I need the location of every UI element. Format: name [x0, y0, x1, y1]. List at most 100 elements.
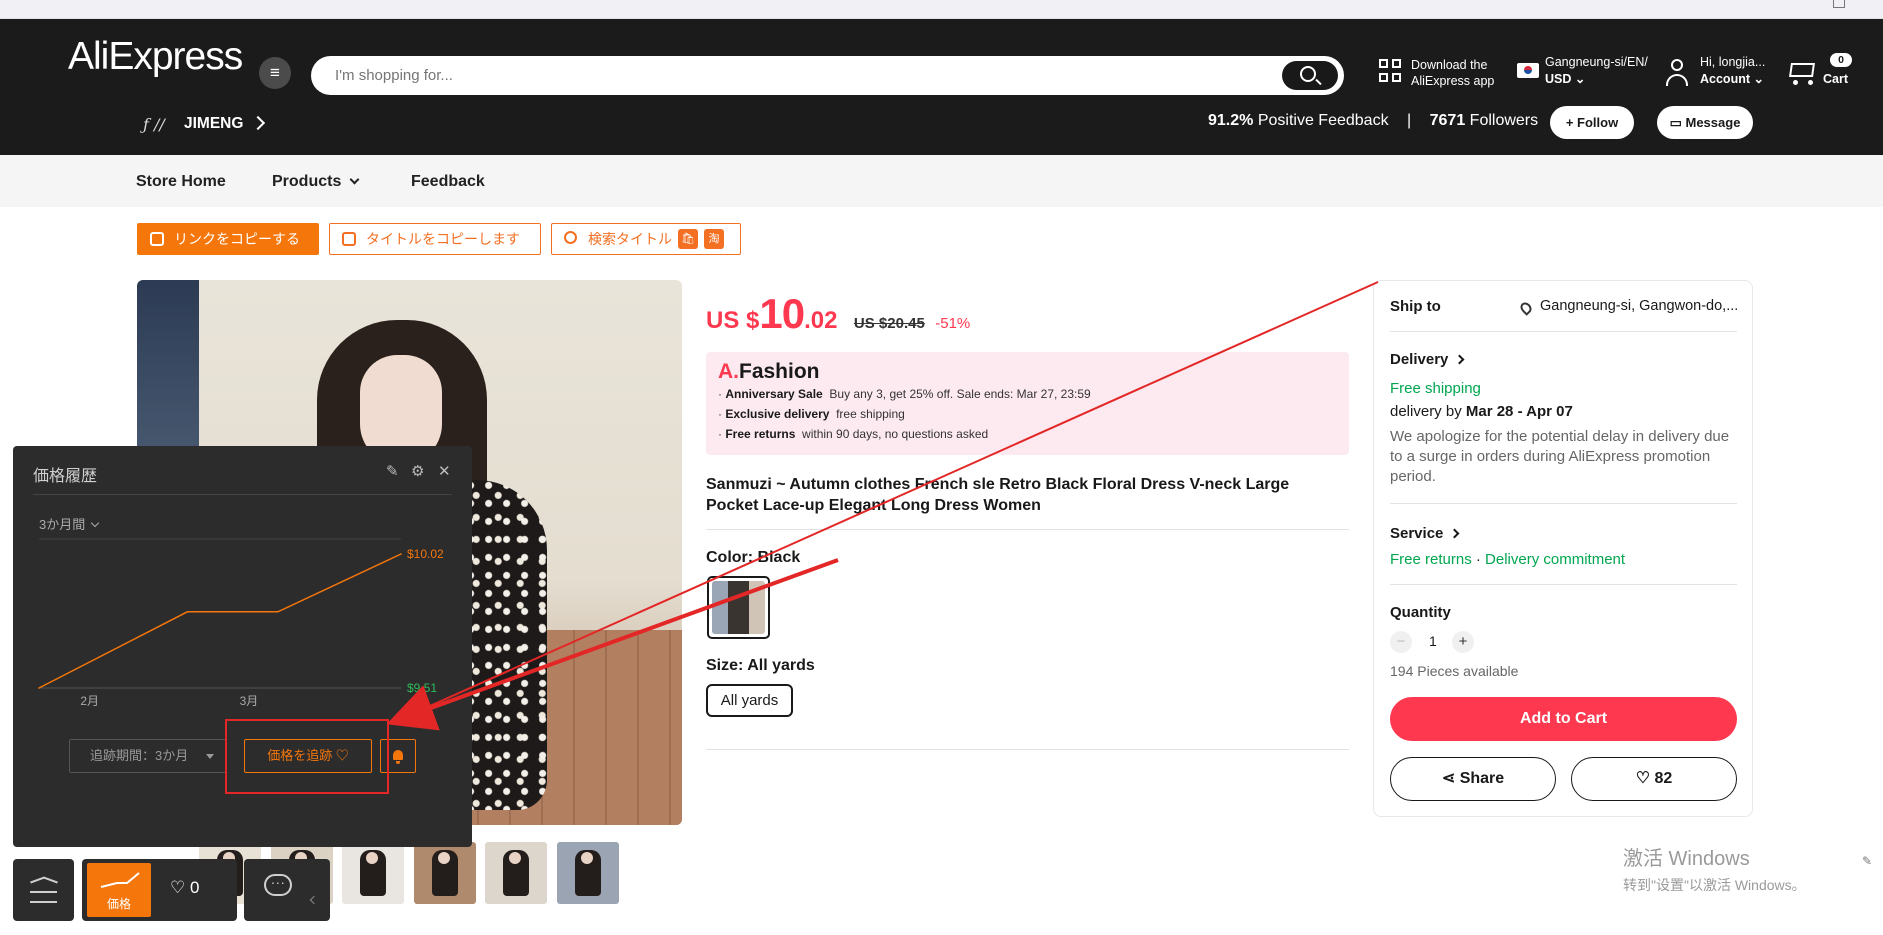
promo-banner: A.Fashion · Anniversary Sale Buy any 3, … [706, 352, 1349, 455]
price-point [186, 611, 189, 613]
window-corner-icon [1833, 0, 1845, 8]
trend-icon [100, 872, 140, 888]
cart-label: Cart [1823, 72, 1849, 86]
followers-value: 7671 [1429, 112, 1466, 129]
edit-icon[interactable]: ✎ [1862, 854, 1876, 868]
collapse-arrow-icon[interactable] [309, 895, 319, 905]
service-items: Free returns · Delivery commitment [1390, 551, 1626, 568]
dock-chat-button[interactable] [244, 859, 330, 921]
nav-products[interactable]: Products [272, 173, 360, 191]
ship-to-value[interactable]: Gangneung-si, Gangwon-do,... [1540, 298, 1738, 314]
download-line2: AliExpress app [1411, 74, 1495, 88]
message-button[interactable]: ▭ Message [1657, 106, 1753, 139]
nav-feedback[interactable]: Feedback [411, 173, 485, 191]
location-pin-icon [1518, 300, 1534, 316]
dock-heart-count: 0 [189, 878, 200, 897]
share-button[interactable]: ⋖ Share [1390, 757, 1556, 801]
cart-button[interactable]: 0 Cart [1786, 53, 1876, 93]
thumbnail-image[interactable] [342, 842, 404, 904]
nav-store-home[interactable]: Store Home [136, 173, 226, 191]
dock-price-button[interactable]: 価格 [87, 863, 151, 917]
category-menu-button[interactable]: ≡ [259, 57, 291, 89]
site-header: AliExpress ≡ Download theAliExpress app … [0, 19, 1883, 155]
size-option-all-yards[interactable]: All yards [706, 684, 793, 717]
purchase-panel: Ship to Gangneung-si, Gangwon-do,... Del… [1373, 280, 1753, 817]
highlight-box [225, 719, 389, 794]
dock-menu-button[interactable] [13, 859, 74, 921]
account-label: Account [1700, 72, 1750, 86]
user-icon [1664, 59, 1690, 87]
search-input[interactable] [335, 56, 1265, 95]
copy-icon [342, 232, 356, 246]
delivery-commitment-text: Delivery commitment [1485, 551, 1626, 568]
pieces-available: 194 Pieces available [1390, 663, 1519, 679]
download-app-link[interactable]: Download the AliExpress app [1379, 57, 1529, 91]
price-point [400, 553, 402, 555]
chevron-right-icon [1449, 528, 1460, 539]
caret-down-icon [206, 754, 214, 759]
product-title: Sanmuzi ~ Autumn clothes French sle Retr… [706, 476, 1290, 514]
copy-title-label: タイトルをコピーします [366, 231, 520, 247]
promo-brand: A.Fashion [718, 360, 820, 383]
account-menu[interactable]: Hi, longjia... Account ⌄ [1664, 53, 1774, 93]
copy-link-button[interactable]: リンクをコピーする [137, 223, 319, 255]
quantity-value[interactable]: 1 [1429, 633, 1437, 649]
heart-icon: ♡ [170, 878, 186, 897]
delivery-dates: Mar 28 - Apr 07 [1465, 403, 1573, 420]
extension-dock: 価格 ♡ 0 [13, 859, 330, 921]
price-line [38, 553, 402, 689]
min-price-label: $9.51 [407, 681, 437, 695]
track-period-select[interactable]: 追跡期間：3か月 [69, 739, 227, 773]
chat-icon: ▭ [1669, 115, 1682, 130]
korea-flag-icon [1517, 63, 1539, 78]
currency-label: USD [1545, 72, 1572, 86]
region-currency-selector[interactable]: Gangneung-si/EN/ USD ⌄ [1517, 53, 1652, 93]
x-tick-label: 3月 [240, 694, 259, 708]
store-nav: Store Home Products Feedback [0, 155, 1883, 207]
promo-line: · Free returns within 90 days, no questi… [718, 427, 989, 441]
browser-top-strip [0, 0, 1883, 19]
chevron-right-icon [250, 115, 266, 131]
delivery-link[interactable]: Delivery [1390, 351, 1465, 368]
thumbnail-image[interactable] [485, 842, 547, 904]
search-button[interactable] [1282, 61, 1338, 90]
original-price: US $20.45 [853, 315, 925, 332]
positive-feedback-label: Positive Feedback [1257, 112, 1389, 129]
followers-label: Followers [1469, 112, 1539, 129]
chat-icon [264, 871, 292, 896]
quantity-minus-button[interactable]: − [1390, 631, 1412, 653]
region-label: Gangneung-si/EN/ [1545, 55, 1648, 69]
follow-button[interactable]: + Follow [1550, 106, 1634, 139]
price-integer: 10 [759, 290, 805, 337]
dock-wishlist-button[interactable]: ♡ 0 [170, 878, 199, 898]
quantity-plus-button[interactable]: + [1452, 631, 1474, 653]
share-icon: ⋖ [1441, 770, 1456, 787]
price-history-chart: 2月 3月 $10.02 $9.51 [38, 538, 444, 708]
service-link[interactable]: Service [1390, 525, 1460, 542]
free-shipping-text: Free shipping [1390, 380, 1481, 397]
watermark-line1: 激活 Windows [1623, 848, 1750, 870]
thumbnail-image[interactable] [557, 842, 619, 904]
color-swatch-black[interactable] [707, 576, 770, 639]
price-currency: US $ [706, 307, 760, 334]
shopping-bag-icon[interactable]: 🛍 [678, 229, 698, 249]
add-to-cart-button[interactable]: Add to Cart [1390, 697, 1737, 741]
wishlist-button[interactable]: ♡ 82 [1571, 757, 1737, 801]
quantity-label: Quantity [1390, 604, 1451, 621]
message-label: Message [1685, 115, 1741, 130]
qr-code-icon [1379, 59, 1403, 85]
search-title-button[interactable]: 検索タイトル 🛍 淘 [551, 223, 741, 255]
store-name-link[interactable]: JIMENG [184, 115, 243, 133]
windows-activation-watermark: 激活 Windows 转到"设置"以激活 Windows。 [1623, 842, 1806, 895]
thumbnail-image[interactable] [414, 842, 476, 904]
stats-separator: | [1407, 112, 1412, 129]
free-returns-text: Free returns [1390, 551, 1472, 568]
divider [706, 749, 1349, 750]
nav-products-label: Products [272, 173, 342, 190]
taobao-icon[interactable]: 淘 [704, 229, 724, 249]
chevron-down-icon [349, 174, 360, 185]
aliexpress-logo[interactable]: AliExpress [68, 35, 243, 79]
greeting-text: Hi, longjia... [1700, 55, 1766, 69]
size-label: Size: All yards [706, 657, 815, 674]
copy-title-button[interactable]: タイトルをコピーします [329, 223, 541, 255]
